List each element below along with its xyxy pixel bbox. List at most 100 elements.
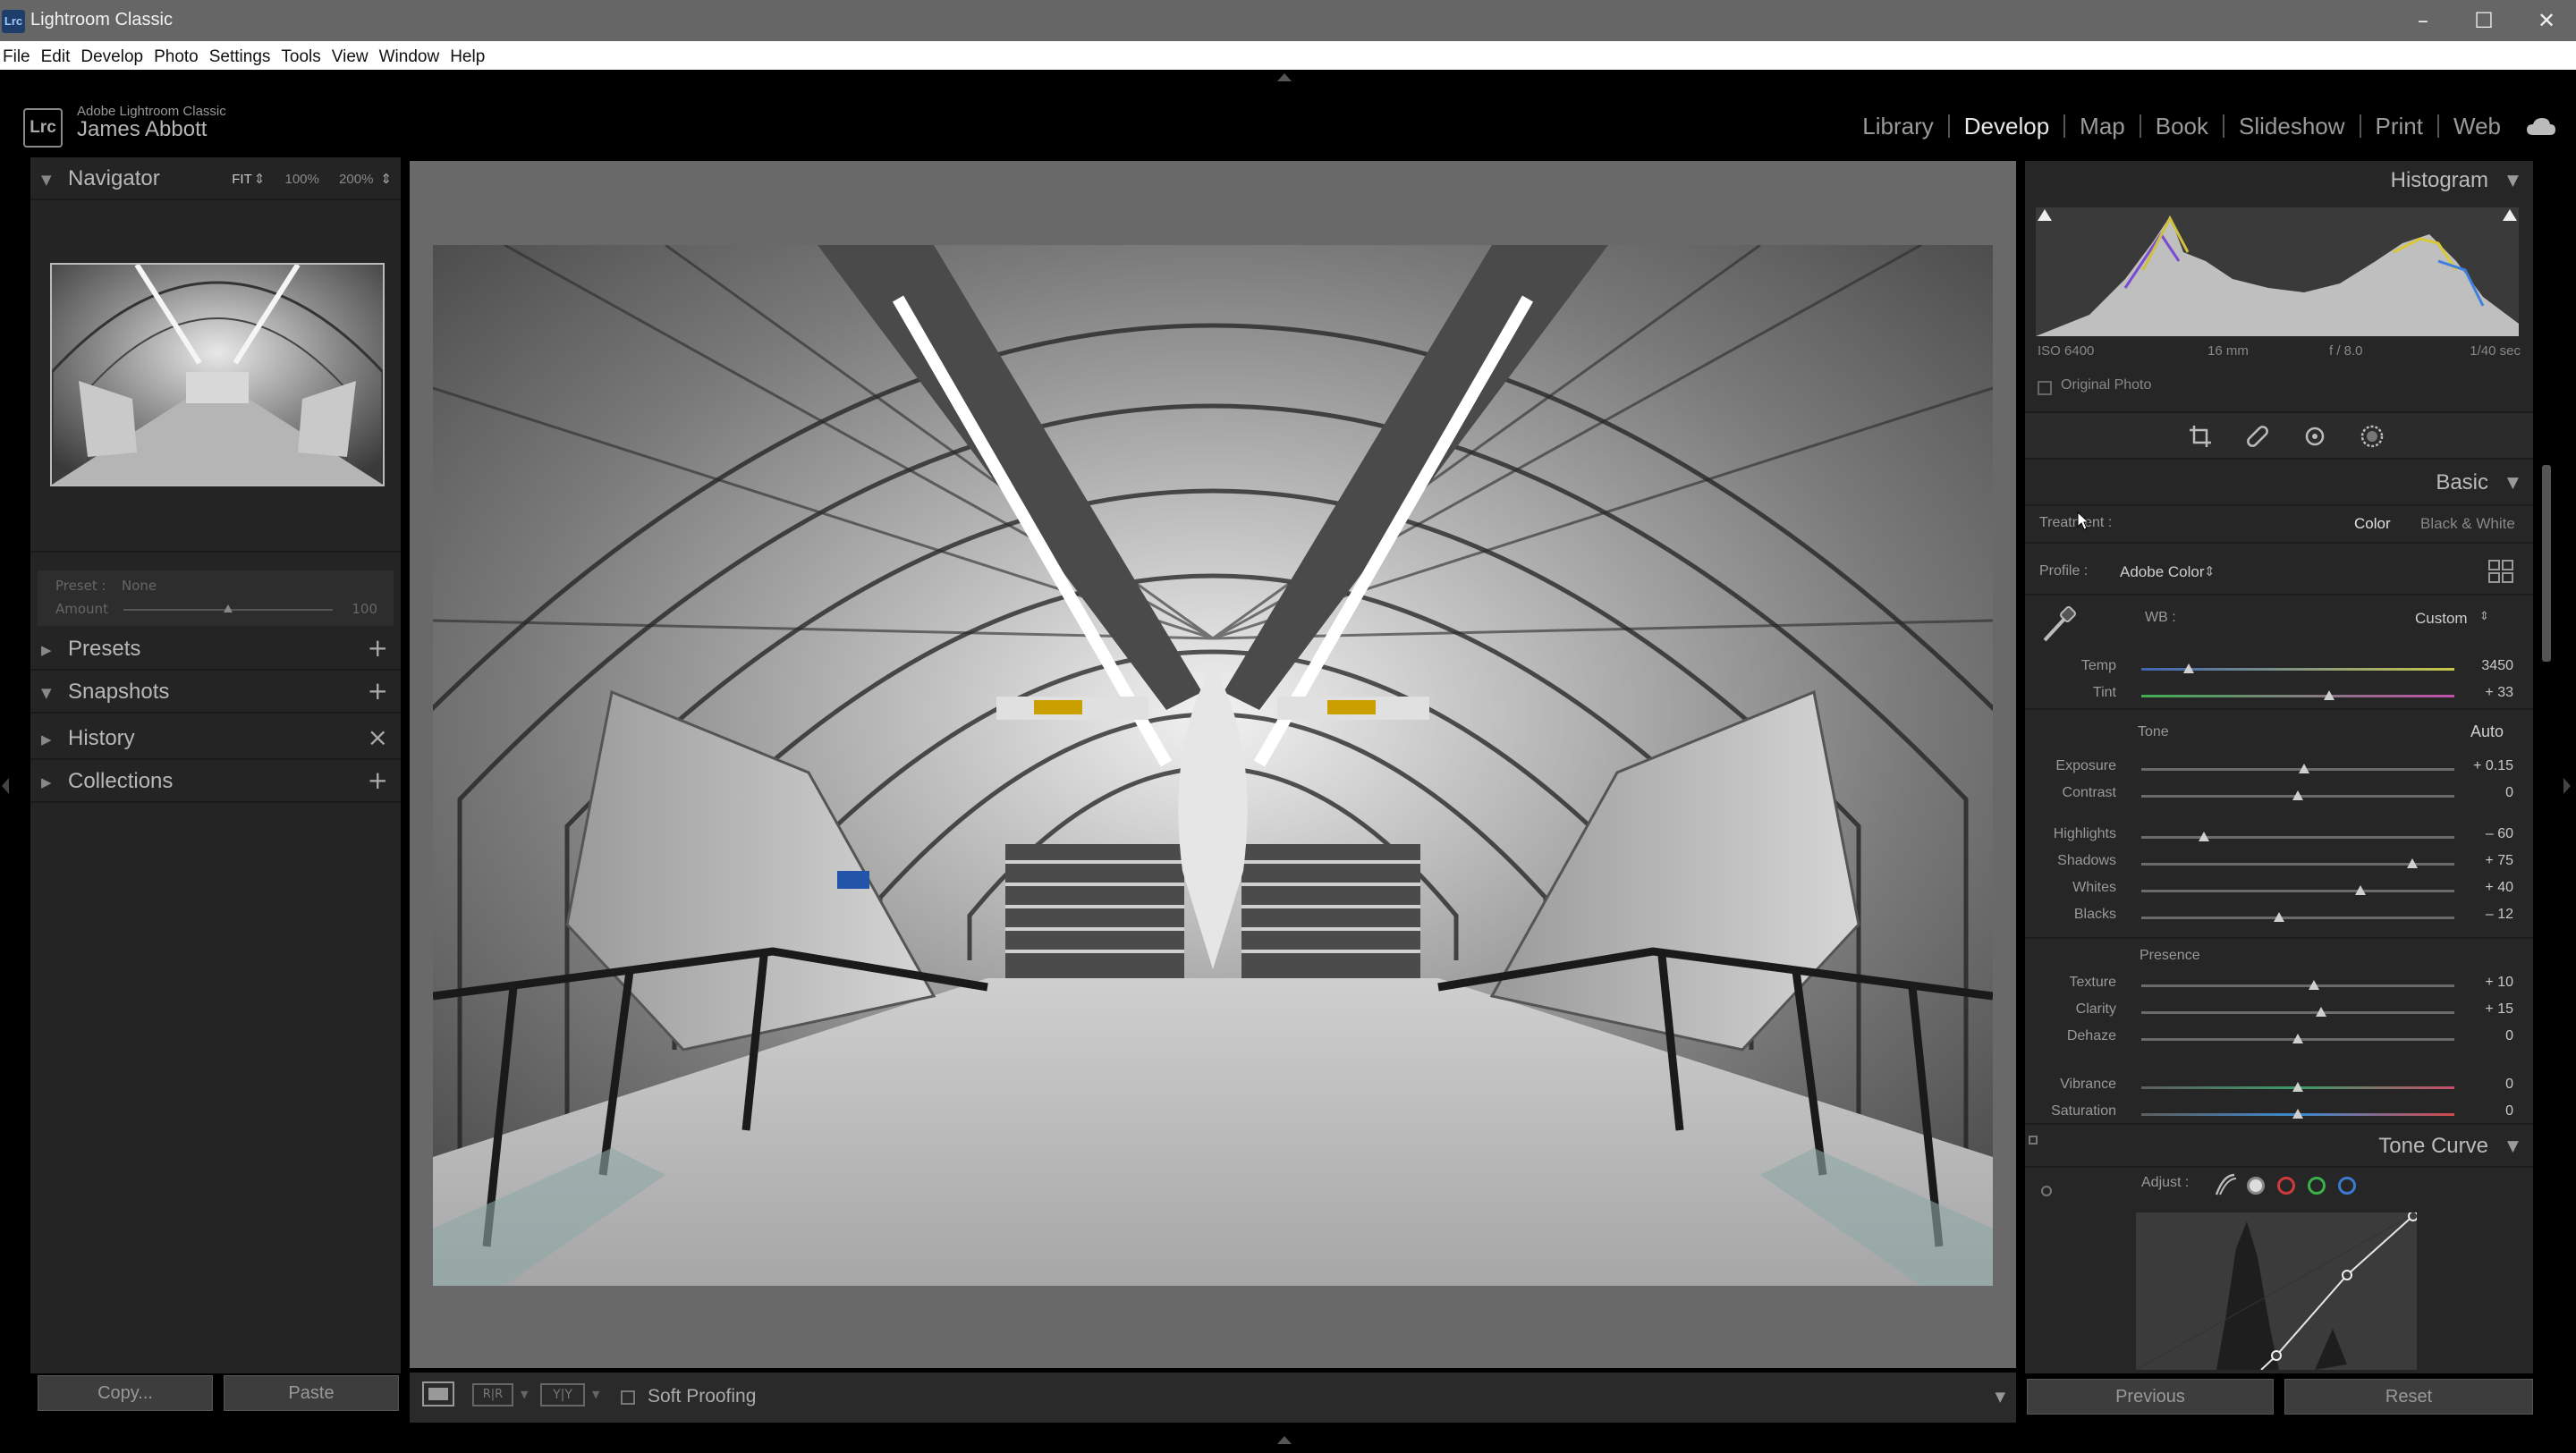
slider-value[interactable]: 0: [2505, 1077, 2513, 1093]
targeted-adjustment-icon[interactable]: [2041, 1186, 2052, 1196]
red-channel-icon[interactable]: [2277, 1177, 2295, 1195]
slider-highlights[interactable]: Highlights – 60: [2025, 824, 2533, 849]
collapse-top-panel-icon[interactable]: [1277, 73, 1292, 81]
slider-value[interactable]: + 15: [2485, 1001, 2513, 1018]
slider-track[interactable]: [2141, 768, 2454, 771]
module-web[interactable]: Web: [2439, 114, 2515, 138]
green-channel-icon[interactable]: [2308, 1177, 2326, 1195]
slider-dehaze[interactable]: Dehaze 0: [2025, 1026, 2533, 1052]
loupe-view-icon[interactable]: [422, 1381, 454, 1407]
menu-file[interactable]: File: [3, 41, 38, 67]
reset-button[interactable]: Reset: [2284, 1379, 2533, 1415]
module-library[interactable]: Library: [1848, 114, 1950, 138]
previous-button[interactable]: Previous: [2027, 1379, 2274, 1415]
basic-header[interactable]: Basic ▼: [2025, 463, 2533, 503]
slider-value[interactable]: + 40: [2485, 880, 2513, 896]
collections-header[interactable]: ▶ Collections +: [30, 760, 401, 801]
add-preset-icon[interactable]: +: [368, 633, 388, 663]
wb-eyedropper-icon[interactable]: [2041, 604, 2077, 644]
treatment-color-option[interactable]: Color: [2354, 515, 2391, 533]
module-develop[interactable]: Develop: [1950, 114, 2066, 138]
slider-track[interactable]: [2141, 695, 2454, 697]
slider-value[interactable]: + 0.15: [2473, 758, 2513, 774]
add-snapshot-icon[interactable]: +: [368, 676, 388, 705]
histogram-header[interactable]: Histogram ▼: [2025, 161, 2533, 200]
copy-button[interactable]: Copy...: [38, 1375, 213, 1411]
crop-icon[interactable]: [2188, 424, 2213, 449]
navigator-preview[interactable]: [50, 263, 385, 486]
point-curve-white-icon[interactable]: [2247, 1177, 2265, 1195]
slider-value[interactable]: + 75: [2485, 853, 2513, 869]
amount-slider-knob[interactable]: [224, 604, 233, 612]
slider-knob[interactable]: [2355, 885, 2366, 895]
slider-vibrance[interactable]: Vibrance 0: [2025, 1075, 2533, 1100]
profile-dropdown[interactable]: Adobe Color: [2120, 563, 2205, 581]
menu-develop[interactable]: Develop: [80, 41, 151, 67]
dropdown-arrow-icon[interactable]: ▼: [592, 1389, 599, 1400]
cloud-icon[interactable]: [2526, 116, 2556, 136]
blue-channel-icon[interactable]: [2338, 1177, 2356, 1195]
slider-value[interactable]: – 60: [2486, 826, 2513, 842]
slider-track[interactable]: [2141, 890, 2454, 892]
module-print[interactable]: Print: [2361, 114, 2439, 138]
slider-knob[interactable]: [2299, 764, 2309, 773]
slider-shadows[interactable]: Shadows + 75: [2025, 851, 2533, 876]
red-eye-icon[interactable]: [2302, 424, 2327, 449]
slider-value[interactable]: 0: [2505, 785, 2513, 801]
collapse-left-panel-icon[interactable]: [2, 778, 9, 794]
before-after-icon[interactable]: R|R: [472, 1383, 513, 1407]
slider-temp[interactable]: Temp 3450: [2025, 656, 2533, 681]
zoom-fit[interactable]: FIT: [232, 172, 252, 187]
slider-knob[interactable]: [2292, 1082, 2303, 1092]
paste-button[interactable]: Paste: [224, 1375, 399, 1411]
slider-knob[interactable]: [2199, 832, 2209, 841]
menu-photo[interactable]: Photo: [154, 41, 207, 67]
soft-proofing-checkbox[interactable]: [621, 1390, 635, 1405]
masking-icon[interactable]: [2360, 424, 2385, 449]
slider-knob[interactable]: [2292, 1109, 2303, 1119]
slider-whites[interactable]: Whites + 40: [2025, 878, 2533, 903]
menu-help[interactable]: Help: [450, 41, 493, 67]
histogram-graph[interactable]: [2036, 207, 2519, 336]
slider-value[interactable]: + 33: [2485, 685, 2513, 701]
zoom-100[interactable]: 100%: [285, 172, 319, 187]
menu-settings[interactable]: Settings: [209, 41, 279, 67]
navigator-header[interactable]: ▼ Navigator FIT ⇕ 100% 200% ⇕: [30, 157, 401, 199]
slider-track[interactable]: [2141, 984, 2454, 987]
wb-dropdown[interactable]: Custom: [2415, 610, 2468, 628]
profile-dropdown-arrows-icon[interactable]: ⇕: [2204, 563, 2216, 579]
tone-curve-header[interactable]: Tone Curve ▼: [2025, 1127, 2533, 1166]
slider-tint[interactable]: Tint + 33: [2025, 683, 2533, 708]
healing-icon[interactable]: [2245, 424, 2270, 449]
slider-contrast[interactable]: Contrast 0: [2025, 783, 2533, 808]
presets-header[interactable]: ▶ Presets +: [30, 628, 401, 669]
yy-icon[interactable]: Y|Y: [540, 1383, 585, 1407]
right-panel-scrollbar[interactable]: [2542, 465, 2551, 662]
highlight-clipping-icon[interactable]: [2503, 209, 2517, 221]
slider-exposure[interactable]: Exposure + 0.15: [2025, 756, 2533, 781]
shadow-clipping-icon[interactable]: [2038, 209, 2052, 221]
zoom-200[interactable]: 200%: [339, 172, 373, 187]
slider-value[interactable]: 0: [2505, 1028, 2513, 1044]
profile-browser-icon[interactable]: [2488, 560, 2513, 583]
menu-edit[interactable]: Edit: [41, 41, 79, 67]
slider-value[interactable]: – 12: [2486, 907, 2513, 923]
slider-knob[interactable]: [2406, 858, 2418, 868]
slider-clarity[interactable]: Clarity + 15: [2025, 1000, 2533, 1025]
parametric-curve-icon[interactable]: [2213, 1173, 2238, 1196]
slider-value[interactable]: 3450: [2481, 658, 2513, 674]
module-slideshow[interactable]: Slideshow: [2224, 114, 2361, 138]
module-book[interactable]: Book: [2141, 114, 2225, 138]
wb-dropdown-arrows-icon[interactable]: ⇕: [2479, 610, 2489, 623]
slider-value[interactable]: + 10: [2485, 975, 2513, 991]
clear-history-icon[interactable]: ×: [368, 722, 388, 752]
slider-knob[interactable]: [2308, 980, 2319, 990]
treatment-bw-option[interactable]: Black & White: [2420, 515, 2515, 533]
collapse-filmstrip-icon[interactable]: [1277, 1436, 1292, 1444]
slider-knob[interactable]: [2324, 690, 2334, 700]
module-map[interactable]: Map: [2065, 114, 2141, 138]
collapse-right-panel-icon[interactable]: [2563, 778, 2571, 794]
slider-value[interactable]: 0: [2505, 1103, 2513, 1119]
toolbar-menu-icon[interactable]: ▼: [1995, 1389, 2005, 1405]
minimize-icon[interactable]: –: [2401, 5, 2445, 36]
